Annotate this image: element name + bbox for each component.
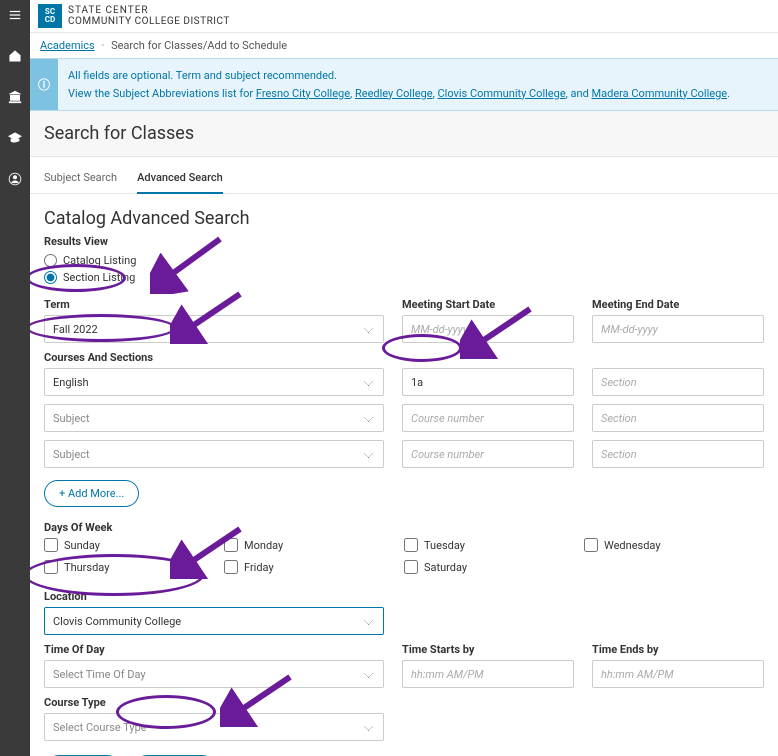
brand-line2: COMMUNITY COLLEGE DISTRICT [68,16,230,27]
day-thursday[interactable]: Thursday [44,560,224,574]
day-saturday[interactable]: Saturday [404,560,584,574]
section-input-1[interactable] [592,368,764,396]
home-icon[interactable] [8,49,22,66]
results-view-label: Results View [44,235,764,248]
form-heading: Catalog Advanced Search [44,208,764,229]
breadcrumb-current: Search for Classes/Add to Schedule [111,39,287,52]
radio-section-listing[interactable]: Section Listing [44,271,764,284]
subject-select-3[interactable]: Subject [44,440,384,468]
breadcrumb-parent[interactable]: Academics [40,39,95,52]
link-fresno[interactable]: Fresno City College [256,87,350,100]
link-madera[interactable]: Madera Community College [592,87,728,100]
branding-header: SCCD STATE CENTER COMMUNITY COLLEGE DIST… [30,0,778,33]
link-clovis[interactable]: Clovis Community College [438,87,566,100]
day-monday[interactable]: Monday [224,538,404,552]
term-label: Term [44,298,384,311]
brand-line1: STATE CENTER [68,5,230,16]
menu-icon[interactable] [8,8,22,25]
course-type-select[interactable]: Select Course Type [44,713,384,741]
info-banner: ⓘ All fields are optional. Term and subj… [30,58,778,111]
day-tuesday[interactable]: Tuesday [404,538,584,552]
term-select[interactable]: Fall 2022 [44,315,384,343]
info-line2: View the Subject Abbreviations list for … [68,85,730,103]
subject-select-2[interactable]: Subject [44,404,384,432]
graduation-icon[interactable] [8,131,22,148]
meeting-start-input[interactable] [402,315,574,343]
info-line1: All fields are optional. Term and subjec… [68,67,730,85]
day-wednesday[interactable]: Wednesday [584,538,764,552]
location-select[interactable]: Clovis Community College [44,607,384,635]
section-input-3[interactable] [592,440,764,468]
page-title: Search for Classes [44,123,764,144]
day-sunday[interactable]: Sunday [44,538,224,552]
subject-select-1[interactable]: English [44,368,384,396]
meeting-start-label: Meeting Start Date [402,298,574,311]
days-of-week-label: Days Of Week [44,521,764,534]
meeting-end-input[interactable] [592,315,764,343]
user-icon[interactable] [8,172,22,189]
left-sidebar [0,0,30,756]
time-starts-label: Time Starts by [402,643,574,656]
time-of-day-label: Time Of Day [44,643,384,656]
days-of-week-group: Sunday Monday Tuesday Wednesday Thursday… [44,538,764,576]
radio-catalog-listing[interactable]: Catalog Listing [44,254,764,267]
add-more-button[interactable]: + Add More... [44,480,139,507]
breadcrumb: Academics · Search for Classes/Add to Sc… [30,33,778,58]
logo-icon: SCCD [38,4,62,28]
tab-subject-search[interactable]: Subject Search [44,171,117,193]
tabs: Subject Search Advanced Search [30,157,778,194]
section-input-2[interactable] [592,404,764,432]
course-number-input-2[interactable] [402,404,574,432]
courses-sections-label: Courses And Sections [44,351,764,364]
institution-icon[interactable] [8,90,22,107]
time-starts-input[interactable] [402,660,574,688]
time-ends-label: Time Ends by [592,643,764,656]
time-of-day-select[interactable]: Select Time Of Day [44,660,384,688]
meeting-end-label: Meeting End Date [592,298,764,311]
tab-advanced-search[interactable]: Advanced Search [137,171,223,194]
page-heading-bar: Search for Classes [30,111,778,157]
course-type-label: Course Type [44,696,384,709]
course-number-input-3[interactable] [402,440,574,468]
link-reedley[interactable]: Reedley College [355,87,433,100]
day-friday[interactable]: Friday [224,560,404,574]
time-ends-input[interactable] [592,660,764,688]
location-label: Location [44,590,764,603]
info-icon: ⓘ [30,59,58,110]
course-number-input-1[interactable] [402,368,574,396]
advanced-search-form: Catalog Advanced Search Results View Cat… [30,194,778,756]
